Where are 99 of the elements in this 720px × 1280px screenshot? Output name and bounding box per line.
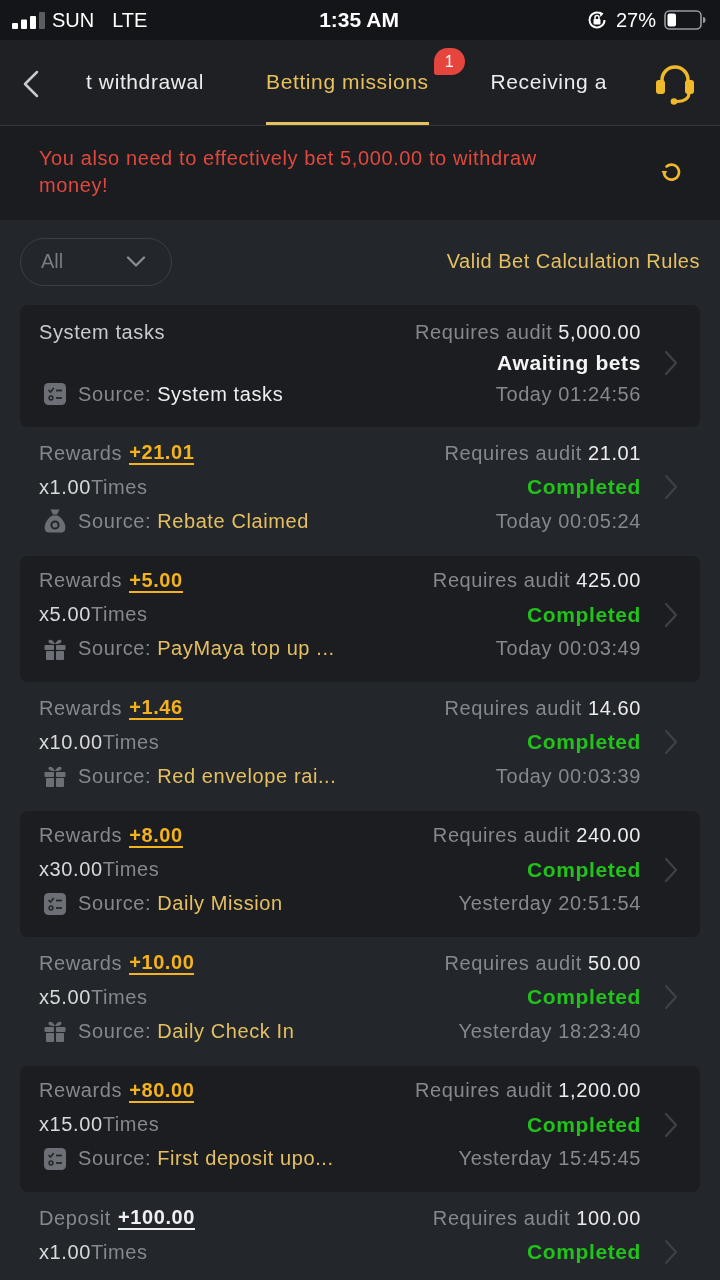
audit-amount: 100.00 (576, 1206, 641, 1230)
source-value: Daily Mission (157, 892, 283, 915)
audit-label: Requires audit (432, 824, 571, 847)
audit-label: Requires audit (414, 320, 553, 344)
source-value: Daily Check In (157, 1019, 295, 1043)
audit-label: Requires audit (444, 696, 582, 720)
status-text: Completed (527, 602, 641, 627)
multiplier-text: x1.00Times (39, 1240, 148, 1264)
audit-amount: 1,200.00 (558, 1079, 641, 1102)
multiplier-text: x5.00Times (39, 985, 148, 1009)
timestamp: Yesterday 15:45:45 (458, 1147, 641, 1170)
deposit-amount: +100.00 (118, 1206, 196, 1230)
timestamp: Today 00:03:39 (495, 764, 641, 788)
reward-label: Rewards (39, 441, 123, 465)
reward-amount: +21.01 (129, 441, 195, 465)
status-text: Completed (527, 857, 641, 882)
audit-amount: 14.60 (587, 696, 641, 720)
reward-label: Rewards (39, 951, 123, 975)
task-card[interactable]: Rewards +5.00 Requires audit 425.00 x5.00Times Completed Source: PayMaya top up ... Today 00:03:49 (20, 555, 700, 682)
status-text: Completed (527, 475, 641, 499)
source-label: Source: (78, 382, 152, 406)
reward-label: Rewards (39, 569, 123, 592)
audit-label: Requires audit (414, 1079, 553, 1102)
audit-label: Requires audit (432, 1206, 571, 1230)
status-text: Completed (527, 730, 641, 754)
reward-label: Rewards (39, 1079, 123, 1102)
source-value: PayMaya top up ... (157, 637, 335, 660)
warning-message: You also need to effectively bet 5,000.00 to withdraw money! (39, 146, 538, 199)
timestamp: Today 00:05:24 (495, 509, 641, 533)
battery-percent: 27% (615, 8, 656, 32)
source-value: Red envelope rai... (157, 764, 337, 788)
audit-amount: 425.00 (576, 569, 641, 592)
chevron-right-icon[interactable] (663, 474, 678, 500)
task-card[interactable]: System tasks Requires audit 5,000.00 Awaiting bets Source: System tasks Today 01:24:56 (20, 304, 700, 427)
chevron-right-icon[interactable] (663, 1111, 678, 1138)
source-label: Source: (78, 892, 152, 915)
chevron-right-icon[interactable] (663, 1239, 678, 1265)
reward-amount: +10.00 (129, 951, 195, 975)
timestamp: Yesterday 20:51:54 (458, 892, 641, 915)
audit-label: Requires audit (444, 441, 582, 465)
chevron-down-icon (126, 256, 146, 267)
status-text: Completed (527, 1112, 641, 1137)
source-value: First deposit upo... (157, 1147, 334, 1170)
clock-time: 1:35 AM (319, 8, 399, 31)
task-card[interactable]: Rewards +8.00 Requires audit 240.00 x30.00Times Completed Source: Daily Mission Yesterday 20:51:54 (20, 810, 700, 937)
tab[interactable]: Receiving a (490, 40, 607, 125)
reward-label: Rewards (39, 824, 123, 847)
gift-icon (44, 1020, 66, 1042)
chevron-right-icon[interactable] (663, 984, 678, 1010)
notification-badge: 1 (433, 48, 465, 75)
multiplier-text: x5.00Times (39, 603, 148, 626)
task-card[interactable]: Rewards +80.00 Requires audit 1,200.00 x15.00Times Completed Source: First deposit upo... Yesterday 15:45:45 (20, 1065, 700, 1192)
rules-link[interactable]: Valid Bet Calculation Rules (446, 250, 700, 273)
battery-icon (664, 10, 706, 30)
source-value: Rebate Claimed (157, 509, 309, 533)
reward-amount: +8.00 (129, 823, 183, 848)
money-bag-icon (44, 509, 66, 533)
chevron-right-icon[interactable] (663, 729, 678, 755)
chevron-right-icon[interactable] (663, 856, 678, 883)
multiplier-text: x10.00Times (39, 730, 160, 754)
signal-icon (12, 11, 46, 29)
checklist-icon (44, 1147, 66, 1170)
reward-amount: +1.46 (129, 696, 183, 720)
carrier-name: SUN (52, 8, 95, 32)
gift-icon (44, 637, 66, 660)
audit-label: Requires audit (444, 951, 582, 975)
chevron-left-icon[interactable] (23, 69, 39, 98)
source-label: Source: (78, 764, 152, 788)
reward-amount: +5.00 (129, 568, 183, 593)
chevron-right-icon[interactable] (663, 350, 678, 376)
source-label: Source: (78, 1019, 152, 1043)
multiplier-text: x15.00Times (39, 1113, 160, 1136)
source-label: Source: (78, 1147, 152, 1170)
chevron-right-icon[interactable] (663, 601, 678, 628)
checklist-icon (44, 892, 66, 915)
audit-amount: 21.01 (587, 441, 641, 465)
reward-label: Rewards (39, 696, 123, 720)
deposit-label: Deposit (39, 1206, 111, 1230)
timestamp: Today 00:03:49 (495, 637, 641, 660)
status-text: Completed (527, 1240, 641, 1264)
audit-amount: 240.00 (576, 824, 641, 847)
source-value: System tasks (157, 382, 284, 406)
multiplier-text: x1.00Times (39, 475, 148, 499)
checklist-icon (44, 383, 66, 405)
source-label: Source: (78, 509, 152, 533)
multiplier-text: x30.00Times (39, 858, 160, 881)
network-type: LTE (112, 8, 148, 32)
tab[interactable]: t withdrawal (86, 40, 205, 125)
source-label: Source: (78, 637, 152, 660)
reward-amount: +80.00 (129, 1078, 195, 1103)
audit-amount: 50.00 (587, 951, 641, 975)
timestamp: Today 01:24:56 (495, 382, 641, 406)
timestamp: Yesterday 18:23:40 (458, 1019, 641, 1043)
task-title: System tasks (39, 320, 166, 344)
gift-icon (44, 765, 66, 787)
audit-label: Requires audit (432, 569, 571, 592)
audit-amount: 5,000.00 (558, 320, 641, 344)
status-text: Completed (527, 985, 641, 1009)
status-text: Awaiting bets (497, 351, 641, 375)
